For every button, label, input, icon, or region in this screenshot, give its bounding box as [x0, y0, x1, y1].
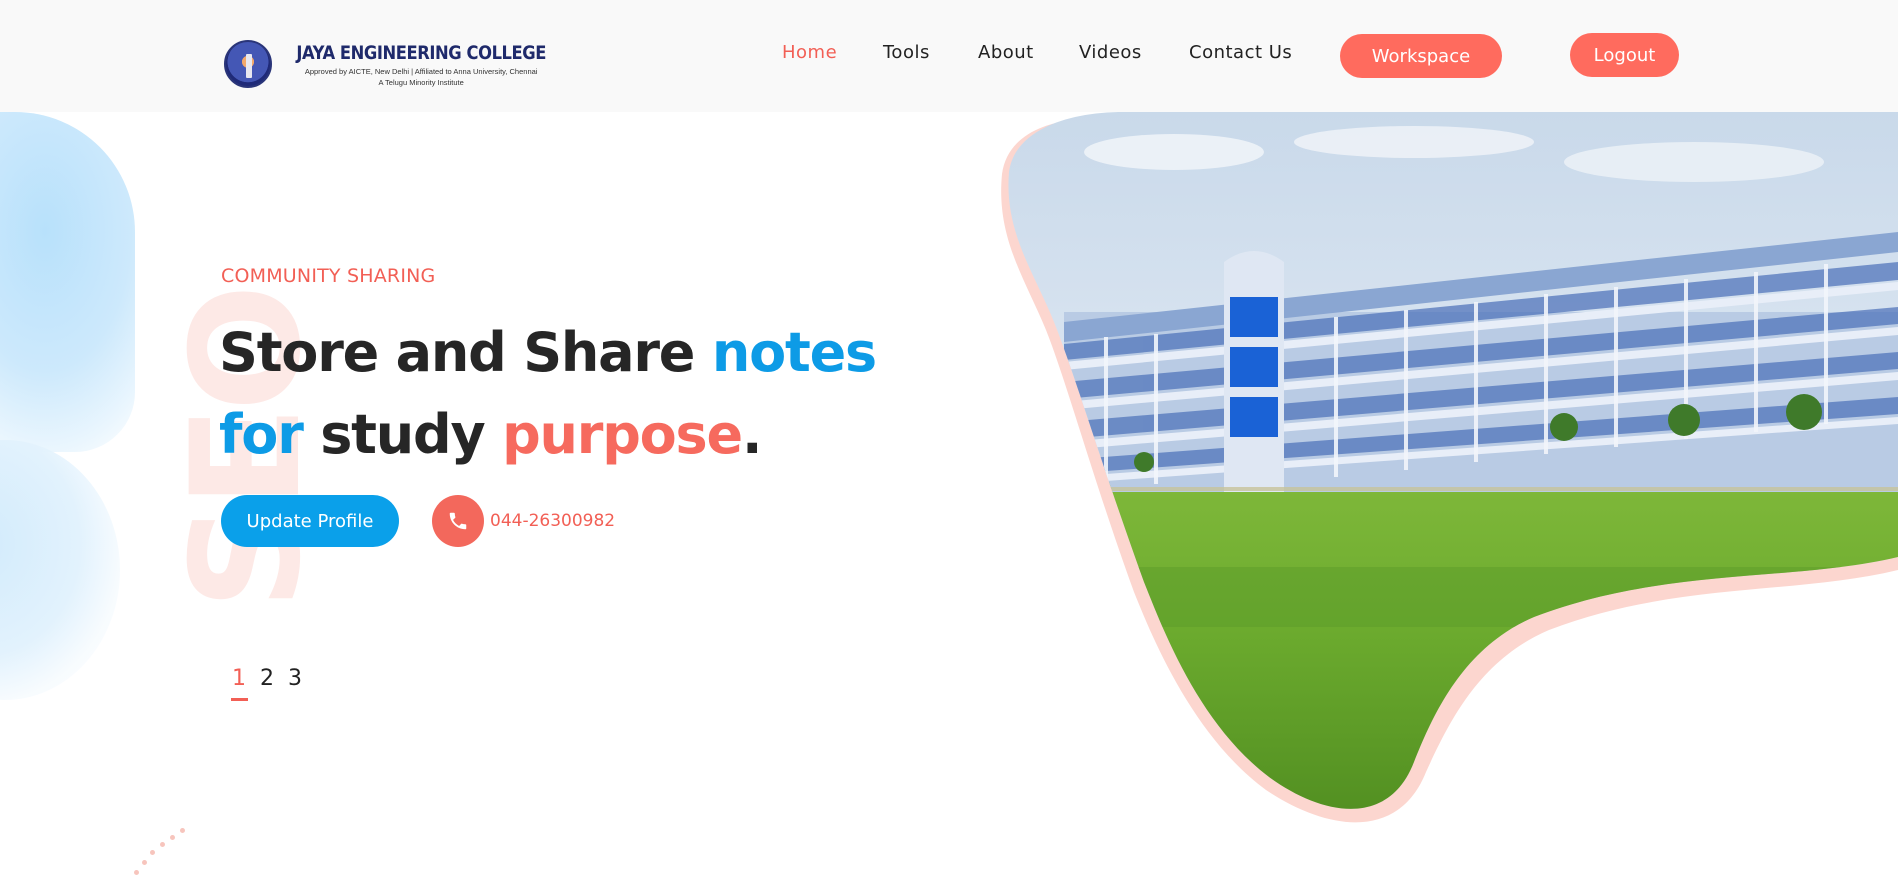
headline-highlight-purpose: purpose	[502, 403, 743, 466]
college-emblem-icon	[224, 40, 272, 88]
college-logo[interactable]: JAYA ENGINEERING COLLEGE Approved by AIC…	[224, 40, 566, 88]
headline-highlight-notes: notes	[711, 321, 877, 384]
workspace-button[interactable]: Workspace	[1340, 34, 1502, 78]
nav-home[interactable]: Home	[782, 42, 837, 63]
site-header: JAYA ENGINEERING COLLEGE Approved by AIC…	[0, 0, 1898, 112]
decorative-blob-top	[0, 112, 135, 452]
college-accreditation: Approved by AICTE, New Delhi | Affiliate…	[304, 67, 538, 76]
phone-button[interactable]	[432, 495, 484, 547]
decorative-blob-bottom	[0, 440, 120, 700]
headline-highlight-for: for	[219, 403, 304, 466]
hero-college-image	[1001, 112, 1898, 823]
update-profile-button[interactable]: Update Profile	[221, 495, 399, 547]
pager-page-3[interactable]: 3	[288, 666, 302, 691]
hero-headline: Store and Share notes for study purpose.	[219, 312, 877, 476]
nav-contact-us[interactable]: Contact Us	[1189, 42, 1292, 63]
slide-pager: 1 2 3	[231, 666, 316, 701]
college-name: JAYA ENGINEERING COLLEGE	[296, 42, 546, 64]
headline-period: .	[741, 403, 763, 466]
hero-eyebrow: COMMUNITY SHARING	[221, 265, 436, 287]
pager-page-1[interactable]: 1	[231, 666, 248, 701]
logo-text: JAYA ENGINEERING COLLEGE Approved by AIC…	[276, 40, 566, 87]
logout-button[interactable]: Logout	[1570, 33, 1679, 77]
phone-icon	[449, 512, 467, 530]
nav-videos[interactable]: Videos	[1079, 42, 1142, 63]
landing-page: SEO JAYA ENGINEERING COLLEGE Approved by…	[0, 0, 1898, 880]
college-minority-note: A Telugu Minority Institute	[378, 78, 464, 87]
nav-tools[interactable]: Tools	[883, 42, 930, 63]
headline-part: Store and Share	[219, 321, 712, 384]
nav-about[interactable]: About	[978, 42, 1034, 63]
pager-page-2[interactable]: 2	[260, 666, 274, 691]
phone-number[interactable]: 044-26300982	[490, 511, 615, 531]
headline-part: study	[302, 403, 503, 466]
